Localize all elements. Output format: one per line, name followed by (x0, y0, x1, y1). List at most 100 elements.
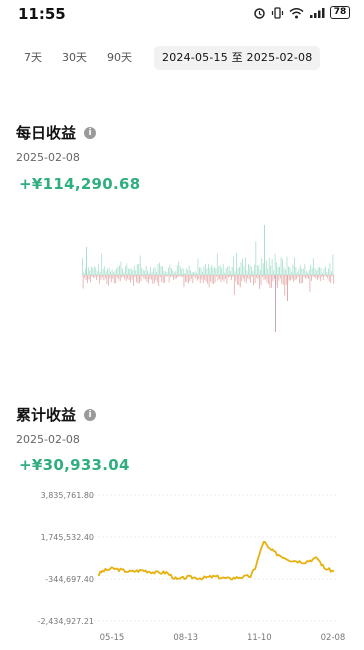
tab-30d[interactable]: 30天 (62, 46, 87, 70)
loss-bar (322, 275, 324, 280)
gain-bar (288, 266, 289, 275)
gain-bar (126, 263, 128, 275)
loss-bar (245, 275, 247, 284)
loss-bar (222, 275, 223, 280)
loss-bar (282, 275, 284, 285)
daily-title-text: 每日收益 (16, 124, 77, 142)
loss-bar (244, 275, 246, 282)
gain-bar (274, 253, 276, 275)
loss-bar (187, 275, 189, 284)
gain-bar (308, 269, 310, 275)
loss-bar (287, 275, 288, 301)
loss-bar (308, 275, 309, 279)
status-icons: 78 (253, 6, 350, 19)
gain-bar (136, 264, 138, 275)
gain-bar (328, 268, 329, 275)
gain-bar (265, 260, 267, 275)
loss-bar (242, 275, 244, 279)
gain-bar (184, 272, 186, 275)
loss-bar (230, 275, 232, 281)
gain-bar (114, 270, 116, 275)
gain-bar (210, 265, 212, 275)
cumulative-title: 累计收益 i (16, 404, 97, 425)
gain-bar (292, 264, 294, 275)
gain-bar (179, 266, 181, 275)
gain-bar (225, 268, 227, 275)
gain-bar (329, 263, 331, 275)
gain-bar (124, 266, 126, 275)
loss-bar (82, 275, 84, 289)
loss-bar (162, 275, 164, 283)
loss-bar (91, 275, 93, 277)
gain-bar (133, 265, 135, 275)
daily-bar-chart (82, 225, 335, 332)
gain-bar (270, 265, 272, 275)
loss-bar (312, 275, 314, 277)
signal-icon (310, 7, 325, 18)
loss-bar (275, 275, 276, 332)
loss-bar (232, 275, 234, 277)
gain-bar (283, 267, 285, 275)
gain-bar (273, 270, 275, 275)
gain-bar (218, 266, 220, 275)
cumulative-line-chart: 3,835,761.80 1,745,532.40 -344,697.40 -2,43… (38, 491, 346, 643)
loss-bar (216, 275, 217, 277)
gain-bar (322, 273, 323, 275)
loss-bar (155, 275, 157, 280)
gain-bar (203, 266, 205, 275)
loss-bar (316, 275, 318, 281)
gain-bar (311, 267, 313, 275)
gain-bar (212, 267, 214, 275)
loss-bar (159, 275, 161, 278)
gain-bar (113, 272, 114, 275)
loss-bar (121, 275, 123, 278)
gain-bar (276, 262, 277, 275)
loss-bar (214, 275, 216, 283)
loss-bar (284, 275, 286, 296)
loss-bar (299, 275, 300, 284)
loss-bar (238, 275, 240, 286)
gain-bar (145, 266, 147, 275)
gain-bar (191, 272, 193, 275)
loss-bar (333, 275, 335, 284)
gain-bar (83, 271, 85, 275)
loss-bar (305, 275, 306, 279)
loss-bar (112, 275, 114, 279)
loss-bar (325, 275, 327, 277)
gain-bar (129, 268, 131, 275)
loss-bar (198, 275, 200, 280)
tab-90d[interactable]: 90天 (107, 46, 132, 70)
loss-bar (205, 275, 207, 282)
loss-bar (204, 275, 206, 280)
loss-bar (269, 275, 271, 288)
gain-bar (166, 272, 168, 275)
loss-bar (300, 275, 302, 284)
gain-bar (200, 267, 202, 275)
gain-bar (188, 265, 190, 275)
loss-bar (99, 275, 100, 284)
date-range-selector[interactable]: 2024-05-15 至 2025-02-08 (154, 46, 321, 70)
gain-bar (219, 265, 221, 275)
gain-bar (116, 268, 117, 275)
loss-bar (115, 275, 117, 284)
loss-bar (260, 275, 262, 286)
loss-bar (211, 275, 213, 284)
x-tick-label: 08-13 (173, 633, 198, 643)
info-icon[interactable]: i (84, 408, 97, 421)
loss-bar (294, 275, 296, 281)
tab-7d[interactable]: 7天 (24, 46, 42, 70)
battery-icon: 78 (330, 6, 350, 19)
gain-bar (255, 241, 257, 275)
loss-bar (94, 275, 96, 278)
loss-bar (291, 275, 293, 280)
gain-bar (271, 258, 273, 275)
loss-bar (293, 275, 295, 282)
gain-bar (305, 270, 307, 275)
vibrate-icon (271, 6, 284, 19)
loss-bar (263, 275, 265, 280)
loss-bar (279, 275, 281, 279)
loss-bar (250, 275, 252, 283)
y-tick-label: -344,697.40 (45, 575, 94, 584)
info-icon[interactable]: i (84, 126, 97, 139)
gain-bar (331, 271, 332, 275)
